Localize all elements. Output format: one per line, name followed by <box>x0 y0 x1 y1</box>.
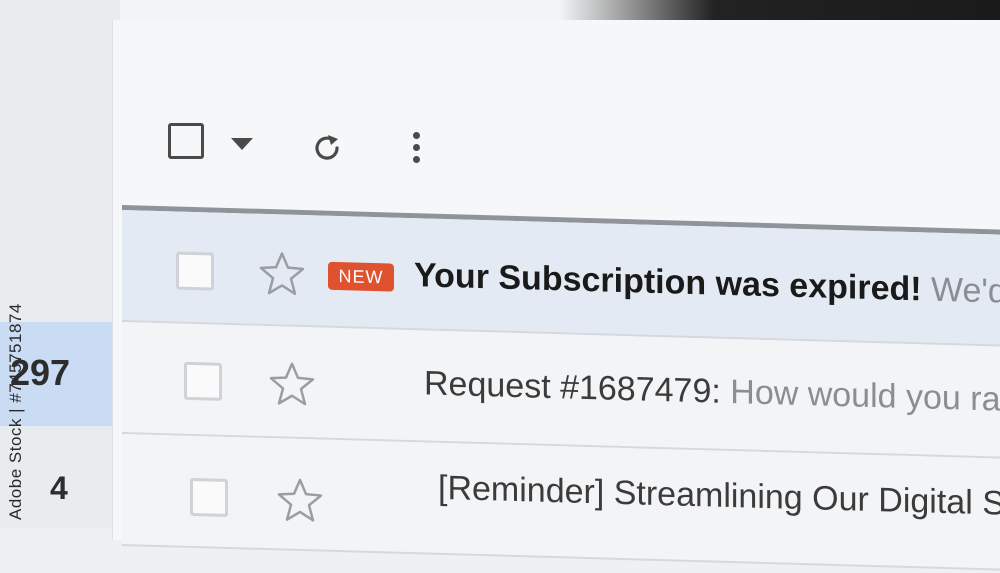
row-checkbox[interactable] <box>184 361 222 401</box>
email-subject: Your Subscription was expired! We'd like <box>414 256 1000 313</box>
star-icon[interactable] <box>276 476 324 528</box>
stock-watermark: Adobe Stock | #745751874 <box>6 303 25 520</box>
email-list: NEW Your Subscription was expired! We'd … <box>122 205 1000 571</box>
email-subject: Request #1687479: How would you rate the <box>424 364 1000 421</box>
refresh-icon[interactable] <box>309 130 345 171</box>
email-preview: How would you rate the <box>730 372 1000 421</box>
row-checkbox[interactable] <box>176 251 214 291</box>
star-icon[interactable] <box>268 360 316 412</box>
email-preview: We'd like <box>931 270 1000 313</box>
email-subject: [Reminder] Streamlining Our Digital Spac… <box>438 468 1000 525</box>
new-badge: NEW <box>328 261 394 292</box>
sidebar-unread-count: 4 <box>50 470 68 506</box>
email-row[interactable]: [Reminder] Streamlining Our Digital Spac… <box>122 434 1000 571</box>
row-checkbox[interactable] <box>190 477 228 517</box>
select-all-checkbox[interactable] <box>168 123 204 159</box>
more-vertical-icon[interactable] <box>409 128 423 168</box>
star-icon[interactable] <box>258 250 306 302</box>
chevron-down-icon[interactable] <box>231 138 253 150</box>
